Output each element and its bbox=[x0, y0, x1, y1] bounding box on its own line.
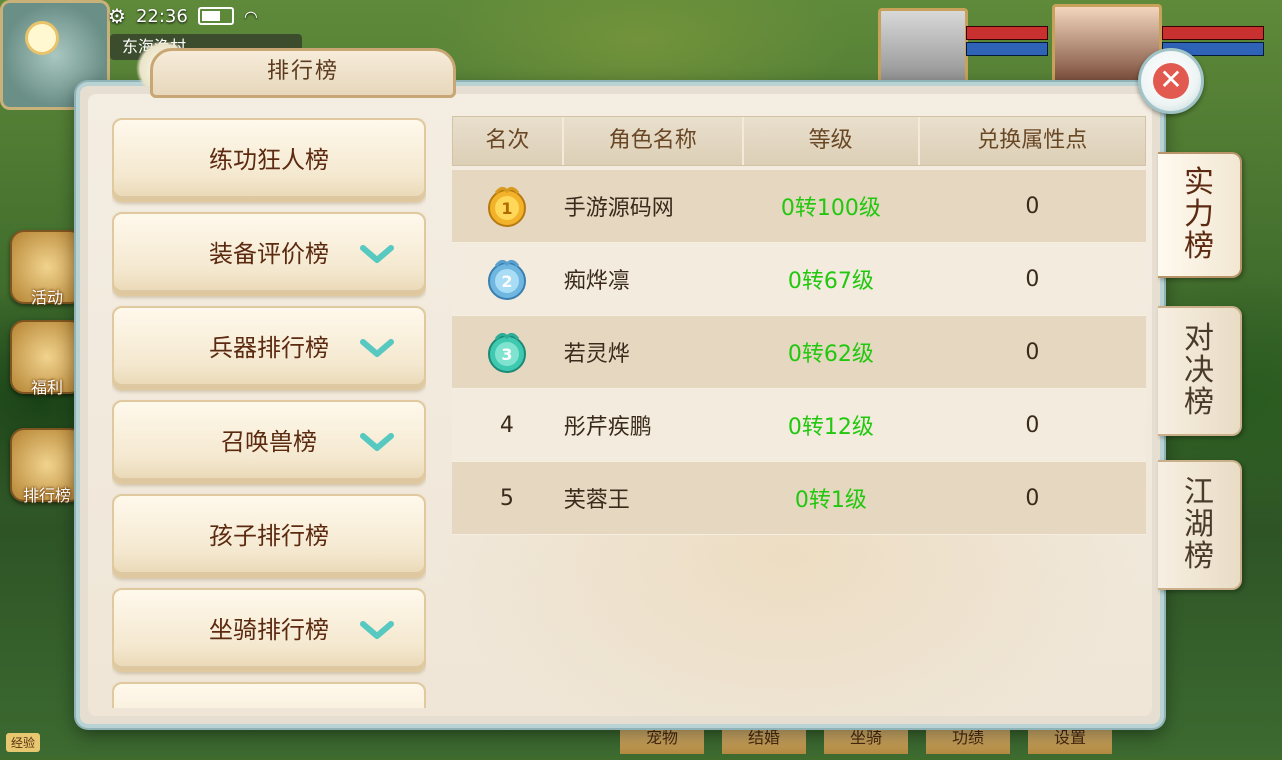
category-item-more[interactable] bbox=[112, 682, 426, 708]
ranking-table: 名次 角色名称 等级 兑换属性点 1 手游源码网 0转100级 0 2 痴烨凛 … bbox=[452, 116, 1146, 535]
name-cell: 彤芹疾鹏 bbox=[563, 415, 652, 440]
table-row[interactable]: 3 若灵烨 0转62级 0 bbox=[452, 316, 1146, 389]
tab-duel[interactable]: 对 决 榜 bbox=[1158, 306, 1242, 436]
rank-cell: 5 bbox=[499, 485, 514, 511]
activity-button[interactable]: 活动 bbox=[10, 230, 84, 307]
category-label: 练功狂人榜 bbox=[209, 146, 329, 174]
category-item-children[interactable]: 孩子排行榜 bbox=[112, 494, 426, 578]
table-row[interactable]: 4 彤芹疾鹏 0转12级 0 bbox=[452, 389, 1146, 462]
chevron-down-icon bbox=[360, 339, 394, 357]
close-button[interactable]: ✕ bbox=[1138, 48, 1204, 114]
level-cell: 0转100级 bbox=[780, 196, 881, 221]
close-icon: ✕ bbox=[1153, 63, 1189, 99]
category-item-weapon[interactable]: 兵器排行榜 bbox=[112, 306, 426, 390]
chevron-down-icon bbox=[360, 245, 394, 263]
level-cell: 0转12级 bbox=[787, 415, 874, 440]
ranking-label: 排行榜 bbox=[22, 486, 71, 505]
table-row[interactable]: 2 痴烨凛 0转67级 0 bbox=[452, 243, 1146, 316]
category-item-mount[interactable]: 坐骑排行榜 bbox=[112, 588, 426, 672]
ranking-button[interactable]: 排行榜 bbox=[10, 428, 84, 505]
tab-jianghu-char: 榜 bbox=[1184, 539, 1214, 574]
welfare-label: 福利 bbox=[30, 378, 63, 397]
wifi-icon: ◠ bbox=[243, 6, 258, 26]
header-level: 等级 bbox=[744, 117, 920, 165]
tab-jianghu-char: 江 bbox=[1184, 475, 1214, 510]
chevron-down-icon bbox=[360, 433, 394, 451]
activity-label: 活动 bbox=[30, 288, 63, 307]
rank-number: 3 bbox=[501, 345, 512, 364]
table-row[interactable]: 1 手游源码网 0转100级 0 bbox=[452, 170, 1146, 243]
tab-jianghu-char: 湖 bbox=[1184, 507, 1214, 542]
tab-strength[interactable]: 实 力 榜 bbox=[1158, 152, 1242, 278]
header-points: 兑换属性点 bbox=[977, 128, 1088, 153]
name-cell: 痴烨凛 bbox=[563, 269, 630, 294]
category-label: 孩子排行榜 bbox=[209, 522, 329, 550]
tab-strength-char: 榜 bbox=[1184, 229, 1214, 264]
pet-portrait[interactable] bbox=[878, 8, 968, 92]
gear-icon[interactable]: ⚙ bbox=[108, 4, 126, 28]
tab-strength-char: 力 bbox=[1184, 197, 1214, 232]
rank-number: 2 bbox=[501, 272, 512, 291]
welfare-button[interactable]: 福利 bbox=[10, 320, 84, 397]
level-cell: 0转1级 bbox=[794, 488, 867, 513]
points-cell: 0 bbox=[1025, 485, 1040, 511]
category-item-training[interactable]: 练功狂人榜 bbox=[112, 118, 426, 202]
name-cell: 芙蓉王 bbox=[563, 488, 630, 513]
tab-duel-char: 榜 bbox=[1184, 385, 1214, 420]
silver-medal-icon: 2 bbox=[487, 259, 526, 300]
rank-cell: 1 bbox=[452, 170, 562, 242]
pet-mp-bar bbox=[966, 42, 1048, 56]
player-hp-bar bbox=[1162, 26, 1264, 40]
points-cell: 0 bbox=[1025, 193, 1040, 219]
status-bar: ⚙ 22:36 ◠ bbox=[108, 4, 258, 28]
battery-icon bbox=[197, 7, 234, 25]
rank-cell: 4 bbox=[499, 412, 514, 438]
category-list[interactable]: 练功狂人榜 装备评价榜 兵器排行榜 召唤兽榜 孩子排行榜 坐骑排行榜 bbox=[112, 118, 426, 708]
compass-icon bbox=[25, 21, 59, 55]
panel-title: 排行榜 bbox=[150, 48, 456, 98]
category-item-equipment[interactable]: 装备评价榜 bbox=[112, 212, 426, 296]
gold-medal-icon: 1 bbox=[487, 186, 526, 227]
bronze-medal-icon: 3 bbox=[487, 332, 526, 373]
header-name: 角色名称 bbox=[564, 117, 744, 165]
tab-duel-char: 对 bbox=[1184, 321, 1214, 356]
pet-hp-bar bbox=[966, 26, 1048, 40]
chevron-down-icon bbox=[360, 621, 394, 639]
tab-strength-char: 实 bbox=[1184, 165, 1214, 200]
points-cell: 0 bbox=[1025, 339, 1040, 365]
header-rank: 名次 bbox=[453, 117, 564, 165]
name-cell: 若灵烨 bbox=[563, 342, 630, 367]
clock: 22:36 bbox=[135, 5, 188, 27]
level-cell: 0转67级 bbox=[787, 269, 874, 294]
rank-cell: 2 bbox=[452, 243, 562, 315]
tab-duel-char: 决 bbox=[1184, 353, 1214, 388]
table-row[interactable]: 5 芙蓉王 0转1级 0 bbox=[452, 462, 1146, 535]
tab-jianghu[interactable]: 江 湖 榜 bbox=[1158, 460, 1242, 590]
category-item-summon[interactable]: 召唤兽榜 bbox=[112, 400, 426, 484]
exp-label: 经验 bbox=[6, 733, 41, 752]
points-cell: 0 bbox=[1025, 266, 1040, 292]
table-header: 名次 角色名称 等级 兑换属性点 bbox=[452, 116, 1146, 166]
table-body: 1 手游源码网 0转100级 0 2 痴烨凛 0转67级 0 3 若灵烨 0转6… bbox=[452, 170, 1146, 535]
rank-cell: 3 bbox=[452, 316, 562, 388]
points-cell: 0 bbox=[1025, 412, 1040, 438]
level-cell: 0转62级 bbox=[787, 342, 874, 367]
rank-number: 1 bbox=[501, 199, 512, 218]
name-cell: 手游源码网 bbox=[563, 196, 674, 221]
